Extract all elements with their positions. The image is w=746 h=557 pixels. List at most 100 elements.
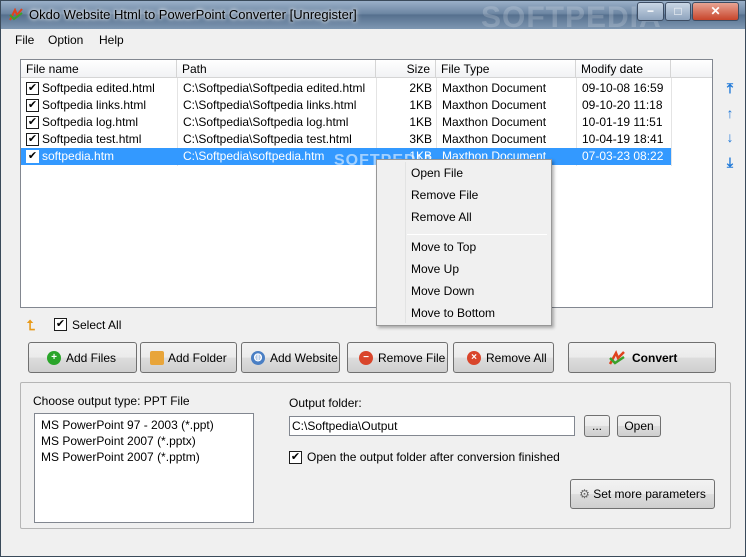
table-row[interactable]: ✔ Softpedia edited.html C:\Softpedia\Softp… <box>21 80 671 97</box>
maximize-icon: □ <box>674 4 682 18</box>
maximize-button[interactable]: □ <box>665 2 691 21</box>
column-size[interactable]: Size <box>376 60 436 78</box>
add-icon: + <box>47 351 61 365</box>
row-checkbox[interactable]: ✔ <box>26 133 39 146</box>
size-cell: 2KB <box>409 81 432 95</box>
gear-icon: ⚙ <box>579 487 590 501</box>
file-list-header: File name Path Size File Type Modify dat… <box>21 60 712 78</box>
folder-icon <box>150 351 164 365</box>
column-divider <box>671 78 672 166</box>
add-files-label: Add Files <box>66 351 117 365</box>
row-checkbox[interactable]: ✔ <box>26 99 39 112</box>
window-title: Okdo Website Html to PowerPoint Converte… <box>29 7 357 22</box>
more-parameters-label: Set more parameters <box>593 487 706 501</box>
parent-folder-icon[interactable]: ⮤ <box>27 317 43 333</box>
file-name-cell: Softpedia log.html <box>42 115 139 129</box>
row-checkbox[interactable]: ✔ <box>26 116 39 129</box>
modify-date-cell: 09-10-08 16:59 <box>582 81 664 95</box>
file-list[interactable]: File name Path Size File Type Modify dat… <box>20 59 713 308</box>
convert-icon <box>608 350 625 365</box>
remove-file-button[interactable]: − Remove File <box>347 342 448 373</box>
add-website-label: Add Website <box>270 351 338 365</box>
app-logo-icon <box>9 8 23 21</box>
table-row[interactable]: ✔ Softpedia test.html C:\Softpedia\Softped… <box>21 131 671 148</box>
output-folder-input[interactable]: C:\Softpedia\Output <box>289 416 575 436</box>
modify-date-cell: 10-04-19 18:41 <box>582 132 664 146</box>
remove-file-label: Remove File <box>378 351 446 365</box>
ctx-move-to-bottom[interactable]: Move to Bottom <box>411 306 495 320</box>
menu-gutter <box>405 162 406 323</box>
size-cell: 1KB <box>409 115 432 129</box>
file-type-cell: Maxthon Document <box>442 132 547 146</box>
globe-icon: ◍ <box>251 351 265 365</box>
open-after-checkbox[interactable]: ✔ <box>289 451 302 464</box>
ctx-move-to-top[interactable]: Move to Top <box>411 240 476 254</box>
remove-all-icon: × <box>467 351 481 365</box>
context-menu: Open File Remove File Remove All Move to… <box>376 159 552 326</box>
convert-button[interactable]: Convert <box>568 342 716 373</box>
close-icon: ✕ <box>710 4 721 18</box>
ctx-move-down[interactable]: Move Down <box>411 284 474 298</box>
table-row[interactable]: ✔ Softpedia log.html C:\Softpedia\Softpedi… <box>21 114 671 131</box>
size-cell: 1KB <box>409 98 432 112</box>
select-all-label[interactable]: Select All <box>72 318 121 332</box>
path-cell: C:\Softpedia\Softpedia edited.html <box>183 81 366 95</box>
move-top-icon[interactable]: ⤒ <box>723 80 737 96</box>
open-after-label[interactable]: Open the output folder after conversion … <box>307 450 560 464</box>
close-button[interactable]: ✕ <box>692 2 739 21</box>
add-website-button[interactable]: ◍ Add Website <box>241 342 340 373</box>
move-up-icon[interactable]: ↑ <box>723 105 737 121</box>
path-cell: C:\Softpedia\softpedia.htm <box>183 149 325 163</box>
file-type-cell: Maxthon Document <box>442 98 547 112</box>
path-cell: C:\Softpedia\Softpedia links.html <box>183 98 357 112</box>
output-type-option[interactable]: MS PowerPoint 2007 (*.pptm) <box>41 450 200 464</box>
size-cell: 3KB <box>409 132 432 146</box>
remove-all-button[interactable]: × Remove All <box>453 342 554 373</box>
column-modify-date[interactable]: Modify date <box>576 60 671 78</box>
output-type-option[interactable]: MS PowerPoint 97 - 2003 (*.ppt) <box>41 418 214 432</box>
title-bar: Okdo Website Html to PowerPoint Converte… <box>1 1 745 34</box>
file-type-cell: Maxthon Document <box>442 115 547 129</box>
output-folder-label: Output folder: <box>289 396 362 410</box>
ctx-move-up[interactable]: Move Up <box>411 262 459 276</box>
output-type-option[interactable]: MS PowerPoint 2007 (*.pptx) <box>41 434 196 448</box>
open-folder-button[interactable]: Open <box>617 415 661 437</box>
browse-button[interactable]: ... <box>584 415 610 437</box>
ctx-remove-all[interactable]: Remove All <box>411 210 472 224</box>
column-path[interactable]: Path <box>177 60 376 78</box>
modify-date-cell: 09-10-20 11:18 <box>582 98 663 112</box>
menu-help[interactable]: Help <box>99 33 124 47</box>
move-down-icon[interactable]: ↓ <box>723 129 737 145</box>
file-type-cell: Maxthon Document <box>442 81 547 95</box>
column-file-type[interactable]: File Type <box>436 60 576 78</box>
output-type-list[interactable]: MS PowerPoint 97 - 2003 (*.ppt) MS Power… <box>34 413 254 523</box>
table-row[interactable]: ✔ Softpedia links.html C:\Softpedia\Softpe… <box>21 97 671 114</box>
remove-icon: − <box>359 351 373 365</box>
file-name-cell: Softpedia test.html <box>42 132 142 146</box>
modify-date-cell: 07-03-23 08:22 <box>582 149 664 163</box>
menu-separator <box>407 234 547 235</box>
path-cell: C:\Softpedia\Softpedia log.html <box>183 115 349 129</box>
add-files-button[interactable]: + Add Files <box>28 342 137 373</box>
column-file-name[interactable]: File name <box>21 60 177 78</box>
menu-bar: File Option Help <box>1 30 745 52</box>
app-window: Okdo Website Html to PowerPoint Converte… <box>0 0 746 557</box>
convert-label: Convert <box>632 351 678 365</box>
minimize-icon: − <box>646 4 654 18</box>
file-name-cell: Softpedia links.html <box>42 98 147 112</box>
menu-option[interactable]: Option <box>48 33 83 47</box>
select-all-checkbox[interactable]: ✔ <box>54 318 67 331</box>
ctx-remove-file[interactable]: Remove File <box>411 188 478 202</box>
menu-file[interactable]: File <box>15 33 34 47</box>
move-bottom-icon[interactable]: ⤓ <box>723 154 737 170</box>
path-cell: C:\Softpedia\Softpedia test.html <box>183 132 352 146</box>
remove-all-label: Remove All <box>486 351 547 365</box>
more-parameters-button[interactable]: ⚙ Set more parameters <box>570 479 715 509</box>
modify-date-cell: 10-01-19 11:51 <box>582 115 663 129</box>
add-folder-button[interactable]: Add Folder <box>140 342 237 373</box>
minimize-button[interactable]: − <box>637 2 664 21</box>
file-name-cell: Softpedia edited.html <box>42 81 155 95</box>
row-checkbox[interactable]: ✔ <box>26 150 39 163</box>
ctx-open-file[interactable]: Open File <box>411 166 463 180</box>
row-checkbox[interactable]: ✔ <box>26 82 39 95</box>
